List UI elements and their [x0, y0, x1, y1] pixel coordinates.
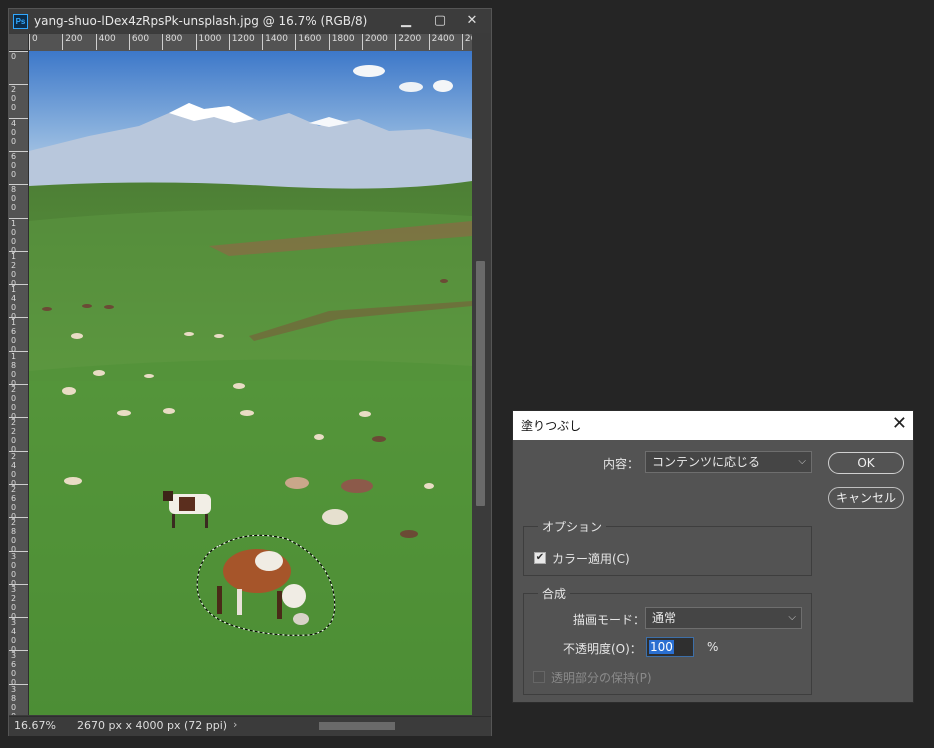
- mode-label: 描画モード：: [573, 613, 646, 627]
- dialog-close-icon[interactable]: ✕: [892, 413, 907, 434]
- cancel-button[interactable]: キャンセル: [828, 487, 904, 509]
- chevron-down-icon: ⌵: [788, 612, 796, 623]
- v-ruler-label: 200: [9, 84, 28, 112]
- h-ruler-label: 200: [62, 34, 82, 50]
- h-ruler-label: 600: [128, 34, 149, 50]
- h-ruler-label: 1600: [295, 34, 321, 50]
- h-ruler-label: 0: [29, 34, 38, 50]
- v-ruler-label: 2400: [9, 450, 28, 488]
- v-ruler-label: 3200: [9, 583, 28, 621]
- options-group-title: オプション: [538, 518, 607, 535]
- v-ruler-label: 1200: [9, 250, 28, 288]
- status-menu-arrow[interactable]: ›: [233, 718, 237, 731]
- document-titlebar[interactable]: Ps yang-shuo-lDex4zRpsPk-unsplash.jpg @ …: [9, 9, 491, 33]
- blending-group-title: 合成: [538, 585, 571, 602]
- v-ruler-label: 3600: [9, 650, 28, 687]
- document-window: Ps yang-shuo-lDex4zRpsPk-unsplash.jpg @ …: [8, 8, 492, 736]
- maximize-button[interactable]: ▢: [423, 9, 457, 31]
- ruler-corner[interactable]: [9, 34, 29, 51]
- v-ruler-label: 800: [9, 184, 28, 212]
- landscape-photo: [29, 51, 472, 715]
- mode-value: 通常: [652, 611, 677, 625]
- fill-dialog: 塗りつぶし ✕ 内容： コンテンツに応じる ⌵ OK キャンセル オプション ✔…: [512, 410, 914, 703]
- v-ruler-label: 2800: [9, 517, 28, 554]
- h-ruler-label: 400: [95, 34, 116, 50]
- opacity-label: 不透明度(O)：: [563, 642, 642, 656]
- v-ruler-label: 1000: [9, 217, 28, 255]
- h-ruler-label: 2000: [362, 34, 388, 50]
- v-ruler-label: 3800: [9, 683, 28, 715]
- status-bar: 16.67% 2670 px x 4000 px (72 ppi) ›: [9, 716, 491, 736]
- v-ruler-label: 400: [9, 117, 28, 146]
- v-ruler-label: 2200: [9, 417, 28, 454]
- v-ruler-label: 3400: [9, 617, 28, 654]
- dialog-titlebar[interactable]: 塗りつぶし ✕: [513, 411, 913, 440]
- opacity-unit: %: [707, 640, 719, 654]
- h-ruler-label: 1200: [228, 34, 255, 50]
- v-ruler-label: 600: [9, 150, 28, 179]
- photoshop-app-icon: Ps: [13, 13, 28, 29]
- document-info: 2670 px x 4000 px (72 ppi): [77, 719, 228, 732]
- vertical-scrollbar[interactable]: [474, 51, 488, 715]
- preserve-transparency-label: 透明部分の保持(P): [551, 671, 652, 685]
- document-title: yang-shuo-lDex4zRpsPk-unsplash.jpg @ 16.…: [34, 14, 368, 28]
- h-ruler-label: 1400: [262, 34, 288, 50]
- vertical-scroll-thumb[interactable]: [476, 261, 485, 506]
- v-ruler-label: 1800: [9, 350, 28, 388]
- h-ruler-label: 1000: [195, 34, 221, 50]
- contents-label: 内容：: [603, 457, 640, 471]
- close-button[interactable]: ✕: [455, 9, 489, 31]
- v-ruler-label: 3000: [9, 550, 28, 588]
- horizontal-scroll-thumb[interactable]: [319, 722, 395, 730]
- contents-select[interactable]: コンテンツに応じる ⌵: [645, 451, 812, 473]
- v-ruler-label: 1600: [9, 317, 28, 354]
- horizontal-scrollbar[interactable]: [249, 719, 467, 732]
- zoom-level[interactable]: 16.67%: [14, 719, 56, 732]
- mode-select[interactable]: 通常 ⌵: [645, 607, 802, 629]
- chevron-down-icon: ⌵: [798, 456, 806, 467]
- h-ruler-label: 2400: [428, 34, 455, 50]
- opacity-input[interactable]: 100: [646, 637, 694, 657]
- v-ruler-label: 0: [9, 51, 28, 61]
- preserve-transparency-checkbox[interactable]: [533, 671, 545, 683]
- color-adapt-label: カラー適用(C): [552, 552, 630, 566]
- vertical-ruler[interactable]: 0 200 400 600 800 100012001400160018002000220…: [9, 51, 29, 715]
- h-ruler-label: 1800: [328, 34, 355, 50]
- v-ruler-label: 2000: [9, 384, 28, 421]
- h-ruler-label: 800: [162, 34, 182, 50]
- horizontal-ruler[interactable]: 0 200 400 600 800 1000 1200 1400 1600 1800 2000 220…: [29, 34, 472, 52]
- color-adapt-checkbox[interactable]: ✔: [534, 552, 546, 564]
- image-canvas[interactable]: [29, 51, 472, 715]
- h-ruler-label: 26: [461, 34, 472, 50]
- contents-value: コンテンツに応じる: [652, 455, 761, 469]
- opacity-value: 100: [649, 640, 674, 654]
- options-group: オプション ✔ カラー適用(C): [523, 518, 812, 576]
- v-ruler-label: 1400: [9, 284, 28, 321]
- minimize-button[interactable]: ▁: [389, 9, 423, 31]
- v-ruler-label: 2600: [9, 483, 28, 521]
- dialog-title: 塗りつぶし: [521, 419, 582, 433]
- ok-button[interactable]: OK: [828, 452, 904, 474]
- h-ruler-label: 2200: [395, 34, 421, 50]
